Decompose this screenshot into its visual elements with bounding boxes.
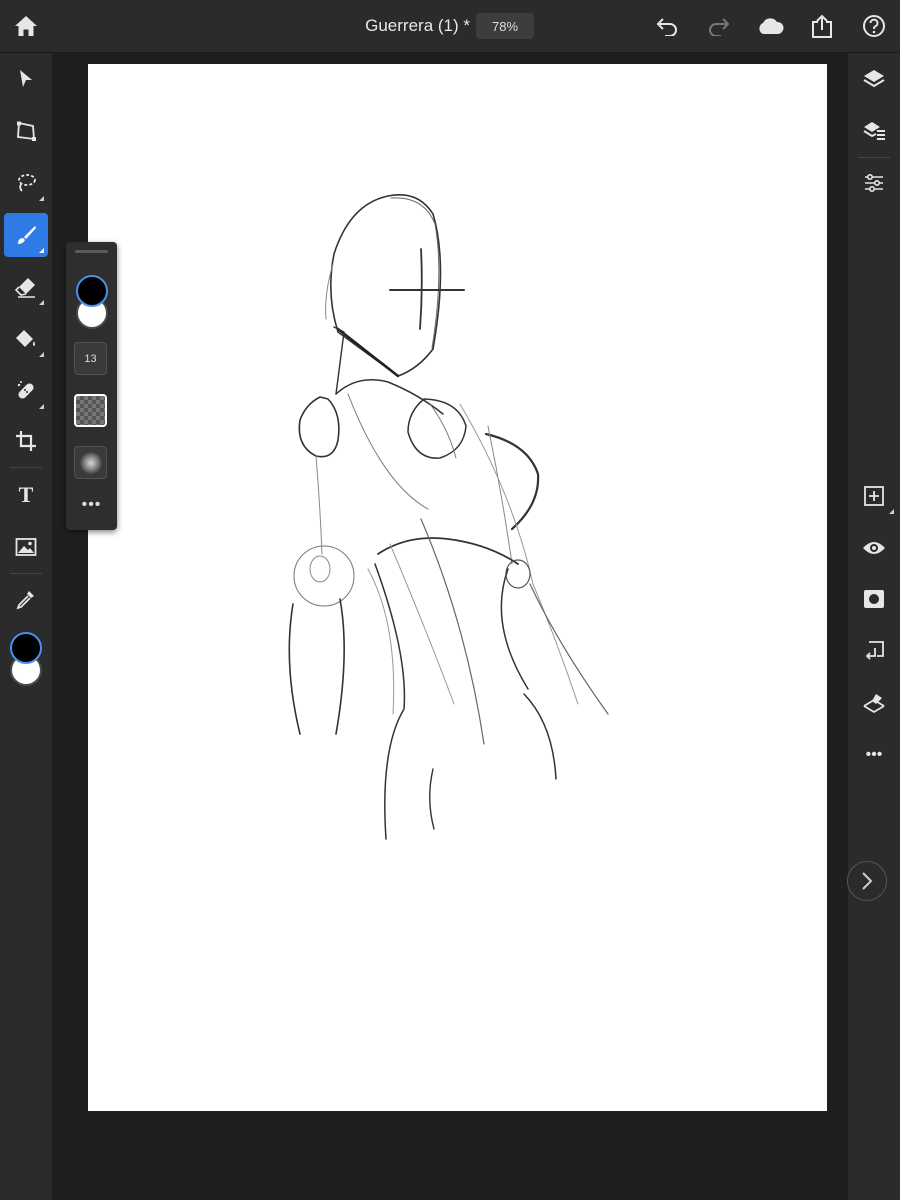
type-tool[interactable]: T: [4, 473, 48, 517]
eyedropper-tool[interactable]: [4, 577, 48, 621]
share-icon[interactable]: [806, 10, 838, 42]
toolbar-divider: [10, 467, 42, 468]
lasso-tool[interactable]: [4, 161, 48, 205]
more-options-indicator: [39, 248, 44, 253]
cloud-icon[interactable]: [754, 10, 786, 42]
zoom-level[interactable]: 78%: [476, 13, 534, 39]
panel-drag-handle[interactable]: [75, 250, 108, 253]
brush-opacity[interactable]: [74, 394, 107, 427]
toolbar-divider: [858, 157, 890, 158]
adjustments-icon[interactable]: [854, 163, 894, 203]
more-options-indicator: [39, 352, 44, 357]
eraser-tool[interactable]: [4, 265, 48, 309]
brush-settings-panel: 13 •••: [66, 242, 117, 530]
document-title: Guerrera (1) *: [365, 16, 470, 35]
more-options-indicator: [39, 196, 44, 201]
brush-tool[interactable]: [4, 213, 48, 257]
more-options-indicator: [39, 300, 44, 305]
add-layer-icon[interactable]: [854, 476, 894, 516]
bandage-icon: [15, 380, 37, 402]
soft-brush-icon: [79, 451, 102, 474]
undo-icon[interactable]: [651, 10, 683, 42]
image-icon: [15, 537, 37, 557]
right-toolbar: •••: [848, 53, 900, 1200]
crop-tool[interactable]: [4, 419, 48, 463]
more-options-indicator: [889, 509, 894, 514]
toolbar-divider: [10, 573, 42, 574]
brush-hardness[interactable]: [74, 446, 107, 479]
foreground-color-swatch[interactable]: [10, 632, 42, 664]
more-options-indicator: [39, 404, 44, 409]
collapse-panel-button[interactable]: [846, 852, 888, 910]
sketch-drawing: [288, 194, 609, 840]
top-bar: Guerrera (1) * 78%: [0, 0, 900, 53]
layer-properties-icon[interactable]: [854, 111, 894, 151]
visibility-icon[interactable]: [854, 528, 894, 568]
pointer-icon: [17, 69, 35, 89]
more-icon[interactable]: •••: [854, 735, 894, 775]
brush-color-swatch[interactable]: [76, 275, 108, 307]
paint-bucket-icon: [15, 328, 37, 350]
eraser-icon: [15, 276, 37, 298]
brush-size[interactable]: 13: [74, 342, 107, 375]
left-toolbar: T: [0, 53, 52, 1200]
brush-more-button[interactable]: •••: [66, 496, 117, 514]
mask-icon[interactable]: [854, 579, 894, 619]
eyedropper-icon: [15, 588, 37, 610]
merge-down-icon[interactable]: [854, 631, 894, 671]
image-tool[interactable]: [4, 525, 48, 569]
chevron-right-icon: [861, 871, 873, 891]
transform-tool[interactable]: [4, 109, 48, 153]
crop-icon: [15, 430, 37, 452]
transform-icon: [15, 120, 37, 142]
fill-tool[interactable]: [4, 317, 48, 361]
text-icon: T: [18, 482, 34, 507]
redo-icon[interactable]: [703, 10, 735, 42]
lasso-icon: [15, 172, 37, 194]
brush-icon: [15, 224, 37, 246]
clear-layer-icon[interactable]: [854, 683, 894, 723]
select-tool[interactable]: [4, 57, 48, 101]
home-icon[interactable]: [10, 10, 42, 42]
heal-tool[interactable]: [4, 369, 48, 413]
drawing-canvas[interactable]: [88, 64, 827, 1111]
layers-icon[interactable]: [854, 59, 894, 99]
help-icon[interactable]: [858, 10, 890, 42]
